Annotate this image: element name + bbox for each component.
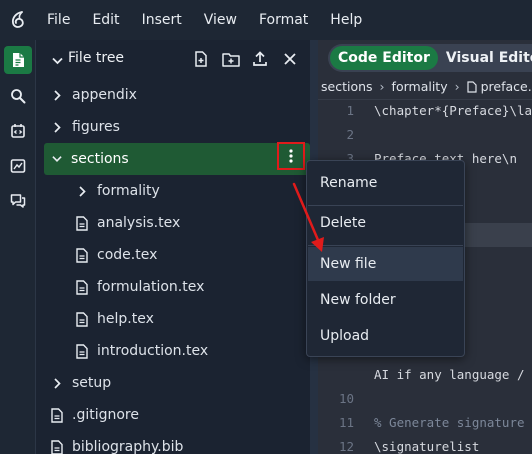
code-line[interactable]: 1 \chapter*{Preface}\la	[318, 103, 532, 127]
file-icon	[76, 247, 88, 263]
code-text: AI if any language /	[374, 367, 525, 382]
chevron-down-icon	[52, 154, 62, 164]
code-line[interactable]: 11 % Generate signature	[318, 415, 532, 439]
search-icon[interactable]	[4, 82, 32, 110]
breadcrumb: sections › formality › preface.	[318, 74, 532, 100]
tree-item-label: bibliography.bib	[72, 439, 184, 454]
menu-divider	[308, 245, 463, 246]
chevron-right-icon: ›	[454, 79, 460, 94]
visual-editor-tab[interactable]: Visual Editor	[438, 46, 532, 70]
tree-item-label: setup	[72, 375, 112, 391]
file-tree-icon[interactable]	[4, 46, 32, 74]
file-icon	[76, 343, 88, 359]
integrations-icon[interactable]	[4, 117, 32, 145]
menu-file[interactable]: File	[36, 0, 81, 40]
code-line[interactable]: AI if any language /	[318, 367, 532, 391]
tree-folder-sections[interactable]: sections	[44, 143, 310, 175]
review-icon[interactable]	[4, 152, 32, 180]
tree-file-formulation[interactable]: formulation.tex	[37, 271, 310, 303]
menu-item-upload[interactable]: Upload	[308, 319, 463, 353]
file-tree-header: File tree	[37, 40, 310, 78]
file-icon	[76, 311, 88, 327]
close-icon[interactable]	[281, 50, 299, 68]
menu-view[interactable]: View	[193, 0, 248, 40]
file-icon	[76, 279, 88, 295]
overleaf-logo-icon[interactable]	[0, 0, 36, 40]
line-number: 1	[346, 103, 354, 118]
menu-item-new-folder[interactable]: New folder	[308, 283, 463, 317]
chevron-down-icon[interactable]	[52, 53, 63, 69]
context-menu: Rename Delete New file New folder Upload	[306, 160, 465, 357]
tree-item-label: formulation.tex	[97, 279, 205, 295]
code-text: \chapter*{Preface}\la	[374, 103, 532, 118]
line-number: 11	[338, 415, 354, 430]
tree-item-label: introduction.tex	[97, 343, 209, 359]
menu-item-new-file[interactable]: New file	[308, 247, 463, 281]
tree-item-label: appendix	[72, 87, 137, 103]
new-file-icon[interactable]	[192, 50, 210, 68]
editor-mode-toggle: Code Editor Visual Editor	[328, 44, 532, 72]
code-text: % Generate signature	[374, 415, 525, 430]
tree-file-bibliography[interactable]: bibliography.bib	[37, 431, 310, 454]
menu-help[interactable]: Help	[319, 0, 373, 40]
kebab-menu-icon	[289, 149, 293, 163]
breadcrumb-item[interactable]: formality	[392, 79, 448, 94]
tree-folder-figures[interactable]: figures	[37, 111, 310, 143]
tree-item-label: code.tex	[97, 247, 158, 263]
tree-file-gitignore[interactable]: .gitignore	[37, 399, 310, 431]
tree-item-label: formality	[97, 183, 160, 199]
line-number: 10	[338, 391, 354, 406]
tree-item-label: help.tex	[97, 311, 154, 327]
code-line[interactable]: 12 \signaturelist	[318, 439, 532, 454]
chevron-right-icon	[77, 185, 87, 197]
tree-file-analysis[interactable]: analysis.tex	[37, 207, 310, 239]
breadcrumb-item[interactable]: sections	[321, 79, 373, 94]
code-editor-tab[interactable]: Code Editor	[330, 46, 438, 70]
line-number: 2	[346, 127, 354, 142]
file-icon	[51, 439, 63, 454]
item-menu-button[interactable]	[277, 142, 305, 170]
file-icon	[467, 80, 477, 93]
tree-item-label: analysis.tex	[97, 215, 181, 231]
code-line[interactable]: 2	[318, 127, 532, 151]
chevron-right-icon	[52, 377, 62, 389]
code-text: \signaturelist	[374, 439, 480, 454]
breadcrumb-item[interactable]: preface.	[481, 79, 532, 94]
tree-folder-setup[interactable]: setup	[37, 367, 310, 399]
chevron-right-icon: ›	[379, 79, 385, 94]
tree-item-label: .gitignore	[72, 407, 139, 423]
menu-bar: File Edit Insert View Format Help	[0, 0, 532, 40]
chevron-right-icon	[52, 121, 62, 133]
chat-icon[interactable]	[4, 187, 32, 215]
new-folder-icon[interactable]	[222, 50, 240, 68]
side-rail	[0, 40, 36, 454]
tree-folder-appendix[interactable]: appendix	[37, 79, 310, 111]
code-line[interactable]: 10	[318, 391, 532, 415]
tree-item-label: figures	[72, 119, 120, 135]
menu-insert[interactable]: Insert	[131, 0, 193, 40]
chevron-right-icon	[52, 89, 62, 101]
tree-folder-formality[interactable]: formality	[37, 175, 310, 207]
tree-file-help[interactable]: help.tex	[37, 303, 310, 335]
menu-item-rename[interactable]: Rename	[308, 166, 463, 200]
file-icon	[51, 407, 63, 423]
upload-icon[interactable]	[251, 50, 269, 68]
line-number: 12	[338, 439, 354, 454]
menu-edit[interactable]: Edit	[81, 0, 130, 40]
file-tree-title: File tree	[68, 50, 125, 66]
menu-format[interactable]: Format	[248, 0, 319, 40]
file-icon	[76, 215, 88, 231]
file-tree-panel: File tree appendix figures sections form…	[37, 40, 310, 454]
tree-file-code[interactable]: code.tex	[37, 239, 310, 271]
tree-file-introduction[interactable]: introduction.tex	[37, 335, 310, 367]
tree-item-label: sections	[71, 151, 129, 167]
menu-item-delete[interactable]: Delete	[308, 206, 463, 240]
